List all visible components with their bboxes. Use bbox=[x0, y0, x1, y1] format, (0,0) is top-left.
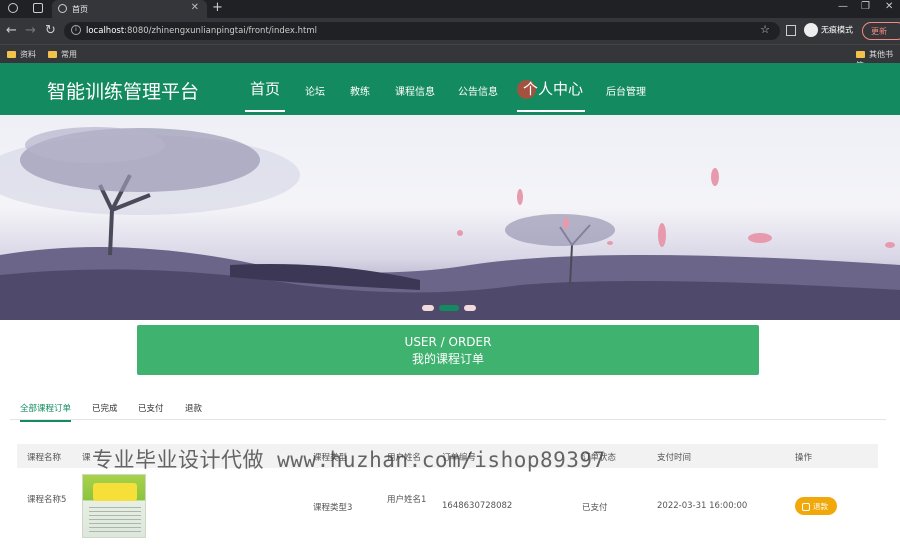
nav-notices[interactable]: 公告信息 bbox=[458, 83, 498, 98]
carousel-dot[interactable] bbox=[422, 305, 434, 311]
folder-icon bbox=[48, 51, 57, 58]
bookmark-folder[interactable]: 资料 bbox=[7, 49, 36, 60]
thumbnail-text-lines bbox=[89, 507, 141, 533]
side-panel-icon[interactable] bbox=[786, 25, 796, 36]
nav-forum[interactable]: 论坛 bbox=[305, 83, 325, 98]
browser-profile-icon[interactable] bbox=[8, 3, 18, 13]
course-thumbnail[interactable] bbox=[82, 474, 146, 538]
bookmarks-bar: 资料 常用 其他书签 bbox=[0, 44, 900, 70]
incognito-indicator[interactable]: 无痕模式 bbox=[804, 23, 853, 37]
cell-order-no: 1648630728082 bbox=[442, 501, 513, 511]
url-path: :8080/zhinengxunlianpingtai/front/index.… bbox=[124, 26, 317, 36]
cell-course-type: 课程类型3 bbox=[313, 503, 353, 513]
close-window-icon[interactable]: ✕ bbox=[885, 1, 893, 12]
back-icon[interactable]: ← bbox=[6, 23, 17, 38]
tab-completed[interactable]: 已完成 bbox=[92, 402, 118, 414]
nav-home[interactable]: 首页 bbox=[250, 78, 280, 99]
url-input[interactable]: i localhost:8080/zhinengxunlianpingtai/f… bbox=[64, 22, 780, 40]
carousel-dot[interactable] bbox=[464, 305, 476, 311]
update-button[interactable]: 更新 bbox=[862, 22, 900, 40]
refund-label: 退款 bbox=[813, 502, 828, 511]
bookmark-folder[interactable]: 常用 bbox=[48, 49, 77, 60]
watermark-text: 专业毕业设计代做 www.huzhan.com/ishop89397 bbox=[92, 448, 606, 472]
carousel-dot[interactable] bbox=[439, 305, 459, 311]
banner-carousel[interactable] bbox=[0, 115, 900, 320]
th-action: 操作 bbox=[795, 453, 813, 463]
minimize-icon[interactable]: — bbox=[838, 1, 848, 12]
globe-icon bbox=[58, 4, 67, 13]
new-tab-icon[interactable]: + bbox=[212, 0, 223, 15]
order-filter-tabs: 全部课程订单 已完成 已支付 退款 bbox=[10, 392, 886, 422]
site-info-icon[interactable]: i bbox=[71, 25, 81, 35]
nav-active-underline bbox=[245, 110, 285, 112]
refund-button[interactable]: 退款 bbox=[795, 497, 837, 515]
banner-landscape-image bbox=[0, 127, 900, 320]
restore-icon[interactable]: ❐ bbox=[861, 1, 870, 12]
bookmark-label: 资料 bbox=[20, 50, 36, 59]
browser-tab-strip: 首页 ✕ + — ❐ ✕ bbox=[0, 0, 900, 18]
site-header: 智能训练管理平台 首页 论坛 教练 课程信息 公告信息 个人中心 后台管理 bbox=[0, 63, 900, 115]
address-bar-row: ← → ↻ i localhost:8080/zhinengxunlianpin… bbox=[0, 18, 900, 44]
nav-courses[interactable]: 课程信息 bbox=[395, 83, 435, 98]
tab-refund[interactable]: 退款 bbox=[185, 402, 202, 414]
table-row: 课程名称5 课程类型3 用户姓名1 1648630728082 已支付 2022… bbox=[17, 470, 878, 546]
cell-course-name: 课程名称5 bbox=[27, 495, 67, 505]
site-logo: 智能训练管理平台 bbox=[47, 81, 200, 103]
close-tab-icon[interactable]: ✕ bbox=[191, 2, 199, 13]
thumbnail-title-block bbox=[93, 483, 137, 501]
incognito-icon bbox=[804, 23, 818, 37]
order-title-en: USER / ORDER bbox=[404, 335, 492, 349]
nav-personal-center[interactable]: 个人中心 bbox=[523, 78, 583, 99]
cell-time: 2022-03-31 16:00:00 bbox=[657, 501, 748, 511]
tab-search-icon[interactable] bbox=[33, 3, 43, 13]
nav-coach[interactable]: 教练 bbox=[350, 83, 370, 98]
th-course-image: 课 bbox=[82, 453, 91, 463]
tab-all-orders[interactable]: 全部课程订单 bbox=[20, 402, 72, 422]
refund-icon bbox=[802, 503, 810, 511]
nav-hover-underline bbox=[517, 110, 585, 112]
cell-user-name: 用户姓名1 bbox=[387, 495, 427, 505]
th-time: 支付时间 bbox=[657, 453, 692, 463]
bookmark-star-icon[interactable]: ☆ bbox=[760, 23, 770, 36]
forward-icon[interactable]: → bbox=[25, 23, 36, 38]
reload-icon[interactable]: ↻ bbox=[45, 23, 56, 38]
carousel-indicators bbox=[422, 300, 481, 314]
order-section-banner: USER / ORDER 我的课程订单 bbox=[137, 325, 759, 375]
tab-title: 首页 bbox=[72, 5, 88, 14]
order-title-cn: 我的课程订单 bbox=[411, 352, 484, 366]
tab-paid[interactable]: 已支付 bbox=[138, 402, 164, 414]
bookmark-label: 常用 bbox=[61, 50, 77, 59]
folder-icon bbox=[7, 51, 16, 58]
incognito-label: 无痕模式 bbox=[821, 25, 853, 35]
browser-tab[interactable]: 首页 ✕ bbox=[52, 0, 207, 18]
nav-admin[interactable]: 后台管理 bbox=[606, 83, 646, 98]
url-host: localhost bbox=[86, 26, 125, 36]
th-course-name: 课程名称 bbox=[27, 453, 62, 463]
cell-status: 已支付 bbox=[582, 503, 608, 513]
folder-icon bbox=[856, 51, 865, 58]
